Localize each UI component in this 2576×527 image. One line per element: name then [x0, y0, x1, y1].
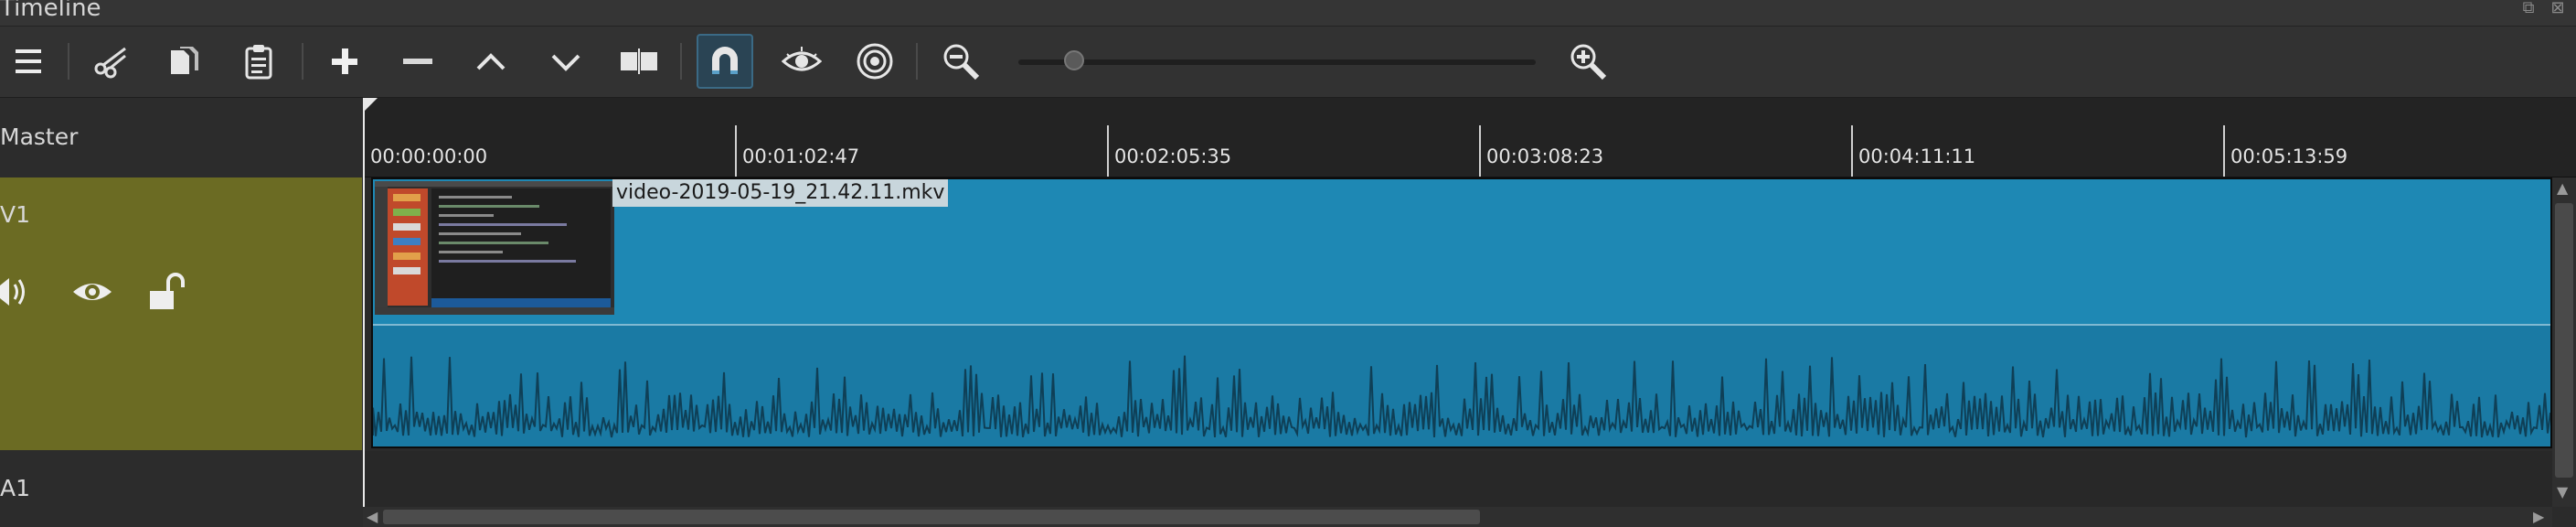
float-icon[interactable]: ⧉	[2517, 0, 2539, 18]
ripple-button[interactable]	[846, 34, 903, 89]
toolbar-separator	[916, 43, 918, 80]
track-header-a1[interactable]: A1	[0, 451, 362, 527]
clip-thumbnail	[375, 181, 614, 315]
track-header-v1[interactable]: V1	[0, 177, 362, 450]
scrub-button[interactable]	[773, 34, 830, 89]
scissors-icon	[94, 47, 126, 79]
ruler-tick	[1851, 125, 1853, 177]
track-name-a1: A1	[0, 475, 31, 501]
close-icon[interactable]: ⊠	[2547, 0, 2569, 18]
vertical-scrollbar[interactable]: ▲ ▼	[2552, 177, 2576, 507]
eye-icon	[782, 47, 822, 71]
chevron-up-icon	[476, 53, 506, 70]
hamburger-icon	[16, 49, 41, 73]
ruler-tick	[735, 125, 737, 177]
track-a1[interactable]	[363, 451, 2552, 508]
snap-button[interactable]	[697, 34, 753, 89]
menu-button[interactable]	[0, 34, 57, 89]
split-button[interactable]	[611, 34, 667, 89]
magnet-icon	[712, 47, 738, 74]
timeline-toolbar	[0, 27, 2576, 98]
zoom-slider-handle[interactable]	[1064, 50, 1084, 70]
plus-icon	[332, 48, 357, 74]
window-title: Timeline	[0, 0, 101, 22]
scroll-down-icon[interactable]: ▼	[2557, 485, 2568, 500]
toolbar-separator	[680, 43, 682, 80]
unlocked-icon[interactable]	[144, 269, 190, 315]
zoom-in-icon	[1570, 44, 1607, 81]
toolbar-separator	[302, 43, 303, 80]
chevron-down-icon	[551, 54, 580, 71]
toolbar-separator	[68, 43, 69, 80]
track-header-master[interactable]: Master	[0, 98, 362, 177]
ruler-tick-label: 00:00:00:00	[370, 145, 488, 167]
clip-label: video-2019-05-19_21.42.11.mkv	[612, 179, 949, 207]
clipboard-icon	[245, 45, 272, 80]
timeline-ruler[interactable]: 00:00:00:00 00:01:02:47 00:02:05:35 00:0…	[363, 98, 2576, 177]
copy-icon	[171, 47, 198, 74]
cut-button[interactable]	[82, 34, 139, 89]
append-button[interactable]	[316, 34, 373, 89]
horizontal-scroll-thumb[interactable]	[383, 510, 1480, 524]
ruler-tick-label: 00:05:13:59	[2230, 145, 2348, 167]
ruler-tick	[1479, 125, 1481, 177]
playhead-handle[interactable]	[363, 98, 378, 113]
zoom-out-button[interactable]	[932, 34, 989, 89]
scroll-up-icon[interactable]: ▲	[2557, 181, 2568, 196]
split-icon	[621, 48, 657, 74]
copy-button[interactable]	[155, 34, 212, 89]
ruler-tick	[1107, 125, 1109, 177]
eye-icon[interactable]	[69, 269, 115, 315]
ruler-tick-label: 00:03:08:23	[1486, 145, 1604, 167]
overwrite-button[interactable]	[538, 34, 594, 89]
ruler-tick-label: 00:01:02:47	[742, 145, 860, 167]
lift-button[interactable]	[463, 34, 519, 89]
speaker-icon[interactable]	[0, 269, 35, 315]
paste-button[interactable]	[230, 34, 287, 89]
zoom-slider-track[interactable]	[1018, 59, 1536, 65]
track-name-v1: V1	[0, 201, 31, 228]
target-icon	[857, 43, 893, 80]
playhead-line[interactable]	[363, 98, 365, 527]
title-bar: Timeline ⧉ ⊠	[0, 0, 2576, 27]
audio-waveform	[373, 355, 2550, 438]
ruler-tick	[2223, 125, 2225, 177]
remove-button[interactable]	[389, 34, 446, 89]
track-headers: Master V1 A1	[0, 98, 362, 527]
scroll-left-icon[interactable]: ◀	[367, 510, 378, 524]
ruler-tick-label: 00:04:11:11	[1858, 145, 1976, 167]
video-clip[interactable]: video-2019-05-19_21.42.11.mkv	[371, 177, 2552, 448]
zoom-out-icon	[943, 44, 980, 81]
minus-icon	[403, 59, 432, 64]
zoom-in-button[interactable]	[1559, 34, 1616, 89]
horizontal-scrollbar[interactable]: ◀ ▶	[363, 507, 2552, 527]
scroll-right-icon[interactable]: ▶	[2533, 510, 2544, 524]
vertical-scroll-thumb[interactable]	[2555, 203, 2573, 478]
ruler-tick-label: 00:02:05:35	[1114, 145, 1232, 167]
track-name-master: Master	[0, 124, 79, 150]
